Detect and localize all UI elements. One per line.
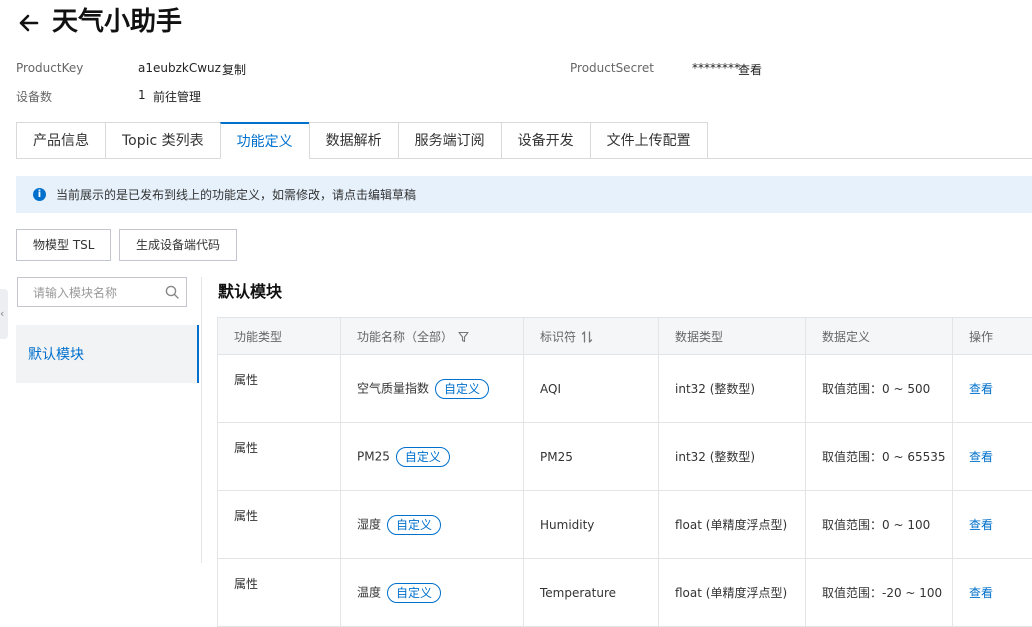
- custom-tag: 自定义: [396, 447, 450, 467]
- function-name: 湿度: [357, 517, 381, 531]
- module-search-input[interactable]: [18, 278, 175, 308]
- cell-function-type: 属性: [218, 491, 341, 559]
- cell-data-definition: 取值范围：0 ~ 500: [806, 355, 953, 423]
- header-function-name-label: 功能名称（全部）: [357, 330, 453, 344]
- header-identifier-label: 标识符: [540, 330, 576, 344]
- header-data-definition: 数据定义: [806, 318, 953, 355]
- cell-function-type: 属性: [218, 355, 341, 423]
- product-secret-label: ProductSecret: [570, 61, 654, 75]
- tab-bar: 产品信息 Topic 类列表 功能定义 数据解析 服务端订阅 设备开发 文件上传…: [16, 122, 708, 159]
- table-header-row: 功能类型 功能名称（全部） 标识符 数据类型 数据定义 操作: [218, 318, 1032, 355]
- cell-data-definition: 取值范围：-20 ~ 100: [806, 559, 953, 627]
- custom-tag: 自定义: [435, 379, 489, 399]
- info-notice: i 当前展示的是已发布到线上的功能定义，如需修改，请点击 编辑草稿: [16, 176, 1032, 213]
- view-link[interactable]: 查看: [969, 586, 993, 600]
- panel-divider: [201, 277, 202, 563]
- device-count-label: 设备数: [16, 88, 52, 105]
- table-row: 属性 PM25 自定义 PM25 int32 (整数型) 取值范围：0 ~ 655…: [218, 423, 1032, 491]
- edit-draft-link[interactable]: 编辑草稿: [368, 186, 416, 203]
- cell-data-type: int32 (整数型): [659, 423, 806, 491]
- module-item-default[interactable]: 默认模块: [16, 325, 199, 383]
- view-secret-link[interactable]: 查看: [738, 61, 762, 78]
- cell-action: 查看: [953, 491, 1032, 559]
- product-secret-value: ********: [692, 61, 740, 75]
- manage-devices-link[interactable]: 前往管理: [153, 88, 201, 105]
- header-function-name: 功能名称（全部）: [341, 318, 524, 355]
- table-row: 属性 湿度自定义 Humidity float (单精度浮点型) 取值范围：0 …: [218, 491, 1032, 559]
- function-name: PM25: [357, 449, 390, 463]
- search-icon[interactable]: [165, 285, 179, 299]
- function-name: 空气质量指数: [357, 381, 429, 395]
- tsl-button[interactable]: 物模型 TSL: [16, 229, 111, 261]
- tab-server-subscription[interactable]: 服务端订阅: [398, 122, 501, 159]
- view-link[interactable]: 查看: [969, 518, 993, 532]
- tab-product-info[interactable]: 产品信息: [16, 122, 105, 159]
- copy-link[interactable]: 复制: [222, 61, 246, 78]
- cell-action: 查看: [953, 559, 1032, 627]
- cell-function-name: 温度自定义: [341, 559, 524, 627]
- custom-tag: 自定义: [387, 583, 441, 603]
- function-name: 温度: [357, 585, 381, 599]
- generate-device-code-button[interactable]: 生成设备端代码: [119, 229, 237, 261]
- header-data-type: 数据类型: [659, 318, 806, 355]
- table-row: 属性 空气质量指数自定义 AQI int32 (整数型) 取值范围：0 ~ 50…: [218, 355, 1032, 423]
- cell-identifier: Humidity: [524, 491, 659, 559]
- module-item-label: 默认模块: [28, 344, 84, 364]
- product-key-value: a1eubzkCwuz: [138, 61, 221, 75]
- table-row: 属性 温度自定义 Temperature float (单精度浮点型) 取值范围…: [218, 559, 1032, 627]
- back-arrow-icon[interactable]: [16, 8, 40, 38]
- cell-data-definition: 取值范围：0 ~ 65535: [806, 423, 953, 491]
- tab-data-parsing[interactable]: 数据解析: [309, 122, 398, 159]
- cell-function-type: 属性: [218, 559, 341, 627]
- view-link[interactable]: 查看: [969, 382, 993, 396]
- tab-topic-list[interactable]: Topic 类列表: [105, 122, 220, 159]
- tab-file-upload-config[interactable]: 文件上传配置: [590, 122, 708, 159]
- cell-identifier: Temperature: [524, 559, 659, 627]
- cell-identifier: AQI: [524, 355, 659, 423]
- product-key-label: ProductKey: [16, 61, 83, 75]
- notice-text: 当前展示的是已发布到线上的功能定义，如需修改，请点击: [56, 186, 368, 203]
- tab-device-development[interactable]: 设备开发: [501, 122, 590, 159]
- page-title: 天气小助手: [52, 4, 182, 40]
- cell-data-definition: 取值范围：0 ~ 100: [806, 491, 953, 559]
- view-link[interactable]: 查看: [969, 450, 993, 464]
- cell-data-type: float (单精度浮点型): [659, 559, 806, 627]
- cell-function-type: 属性: [218, 423, 341, 491]
- filter-icon[interactable]: [458, 331, 469, 343]
- cell-identifier: PM25: [524, 423, 659, 491]
- cell-function-name: PM25 自定义: [341, 423, 524, 491]
- cell-function-name: 空气质量指数自定义: [341, 355, 524, 423]
- sort-icon[interactable]: [581, 331, 593, 343]
- header-function-type: 功能类型: [218, 318, 341, 355]
- header-actions: 操作: [953, 318, 1032, 355]
- function-table: 功能类型 功能名称（全部） 标识符 数据类型 数据定义 操作 属性 空气质量指数…: [217, 317, 1032, 627]
- info-icon: i: [33, 188, 46, 201]
- chevron-left-icon: ‹: [0, 307, 4, 320]
- section-title: 默认模块: [218, 278, 282, 302]
- cell-action: 查看: [953, 355, 1032, 423]
- cell-function-name: 湿度自定义: [341, 491, 524, 559]
- header-identifier: 标识符: [524, 318, 659, 355]
- module-search: [17, 277, 187, 307]
- cell-data-type: float (单精度浮点型): [659, 491, 806, 559]
- tab-function-definition[interactable]: 功能定义: [220, 122, 309, 159]
- cell-data-type: int32 (整数型): [659, 355, 806, 423]
- custom-tag: 自定义: [387, 515, 441, 535]
- cell-action: 查看: [953, 423, 1032, 491]
- device-count-value: 1: [138, 88, 146, 102]
